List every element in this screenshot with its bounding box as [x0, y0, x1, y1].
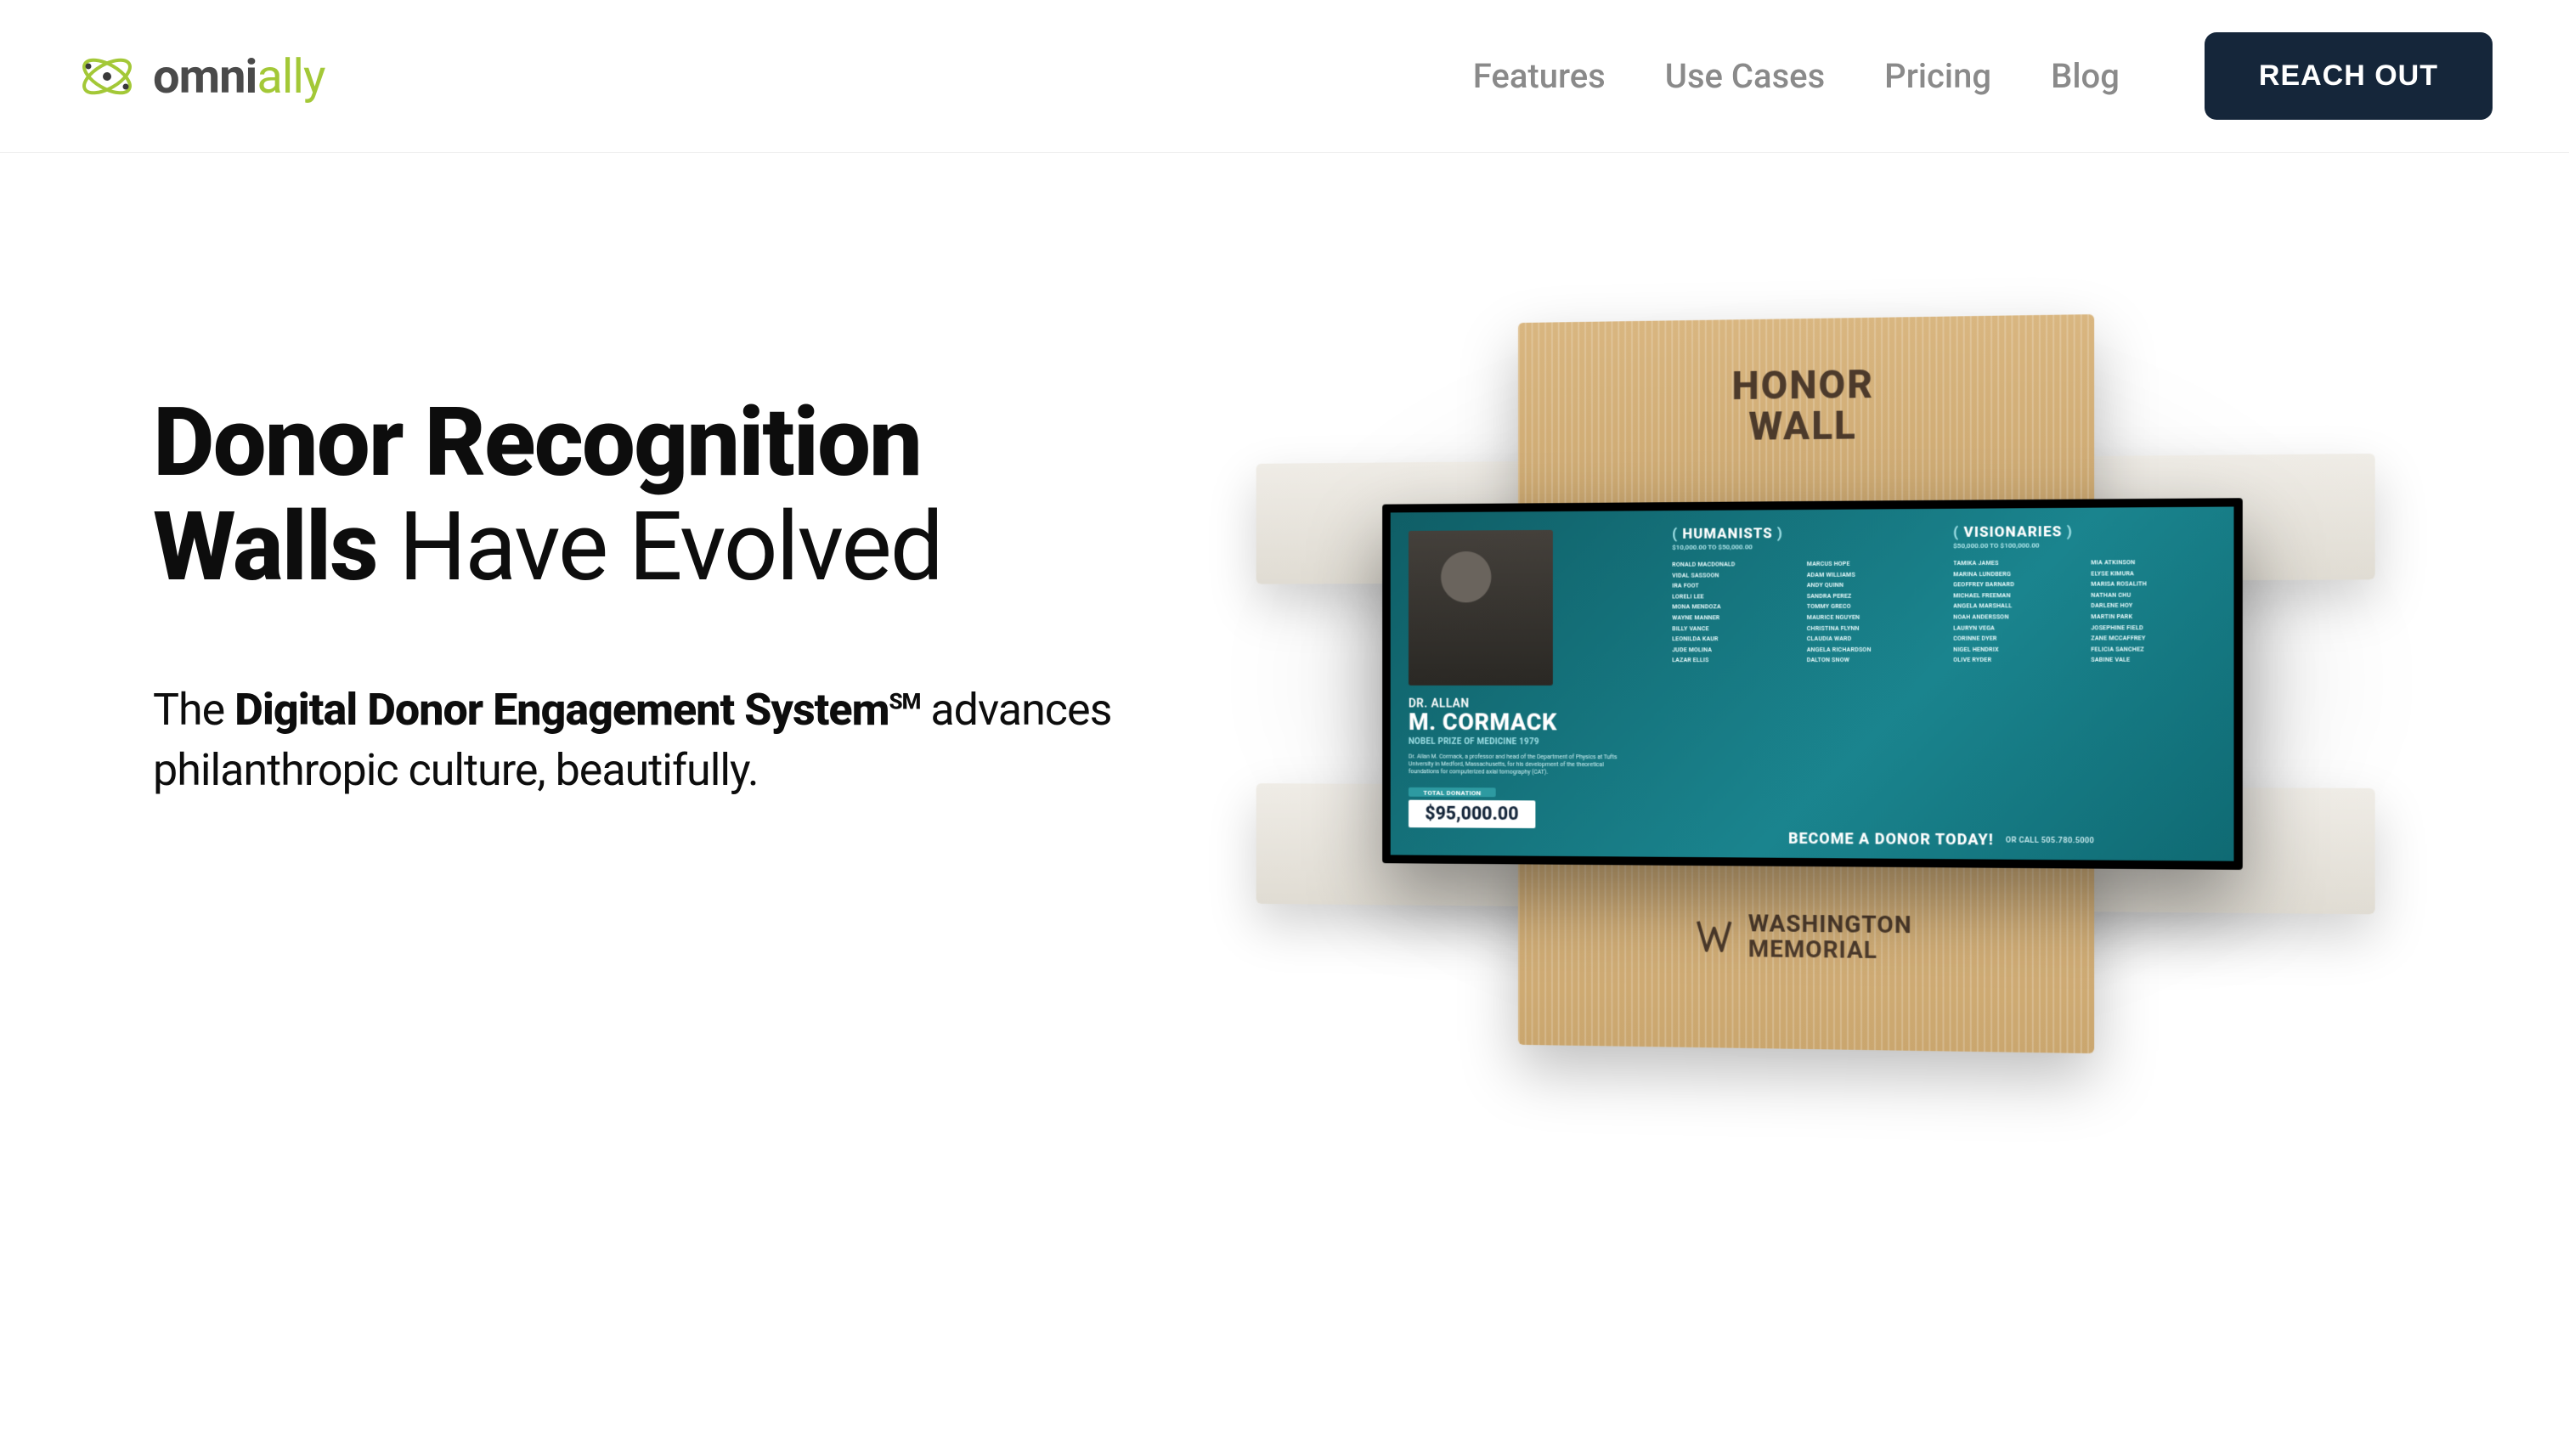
- hero-copy: Donor Recognition Walls Have Evolved The…: [153, 289, 1130, 1070]
- hero-section: Donor Recognition Walls Have Evolved The…: [0, 153, 2569, 1070]
- nav-blog[interactable]: Blog: [2051, 56, 2120, 96]
- category-visionaries: VISIONARIES $50,000.00 TO $100,000.00 Ta…: [1953, 522, 2215, 666]
- digital-screen: DR. ALLAN M. CORMACK NOBEL PRIZE OF MEDI…: [1382, 498, 2243, 870]
- donor-bio: Dr. Allan M. Cormack, a professor and he…: [1409, 753, 1623, 777]
- brand-name: omnially: [153, 48, 325, 104]
- site-header: omnially Features Use Cases Pricing Blog…: [0, 0, 2569, 153]
- main-nav: Features Use Cases Pricing Blog REACH OU…: [1473, 32, 2493, 120]
- donor-categories: HUMANISTS $10,000.00 TO $50,000.00 Ronal…: [1672, 522, 2214, 666]
- screen-donor-panel: DR. ALLAN M. CORMACK NOBEL PRIZE OF MEDI…: [1391, 511, 1673, 857]
- visionaries-names: Tamika JamesMarina LundbergGeoffrey Barn…: [1953, 557, 2215, 666]
- donor-name: M. CORMACK: [1409, 710, 1654, 734]
- honor-wall-label: HONORWALL: [1518, 362, 2094, 450]
- hero-image: HONORWALL WASHINGTONMEMORIAL DR. ALLAN M: [1198, 289, 2416, 1070]
- atom-icon: [76, 46, 138, 107]
- honor-wall-mockup: HONORWALL WASHINGTONMEMORIAL DR. ALLAN M: [1289, 280, 2349, 1080]
- screen-content: DR. ALLAN M. CORMACK NOBEL PRIZE OF MEDI…: [1391, 506, 2234, 861]
- become-donor-cta: BECOME A DONOR TODAY! OR CALL 505.780.50…: [1672, 829, 2214, 850]
- donor-subtitle: NOBEL PRIZE OF MEDICINE 1979: [1409, 737, 1654, 748]
- hero-title: Donor Recognition Walls Have Evolved: [153, 391, 1130, 600]
- nav-features[interactable]: Features: [1473, 56, 1606, 96]
- hero-subtitle: The Digital Donor Engagement SystemSM ad…: [153, 680, 1130, 799]
- donor-portrait: [1409, 530, 1553, 686]
- nav-pricing[interactable]: Pricing: [1884, 56, 1991, 96]
- total-donation-amount: $95,000.00: [1409, 800, 1535, 828]
- total-donation-label: TOTAL DONATION: [1409, 787, 1496, 797]
- brand-logo[interactable]: omnially: [76, 46, 325, 107]
- reach-out-button[interactable]: REACH OUT: [2205, 32, 2493, 120]
- nav-use-cases[interactable]: Use Cases: [1665, 56, 1825, 96]
